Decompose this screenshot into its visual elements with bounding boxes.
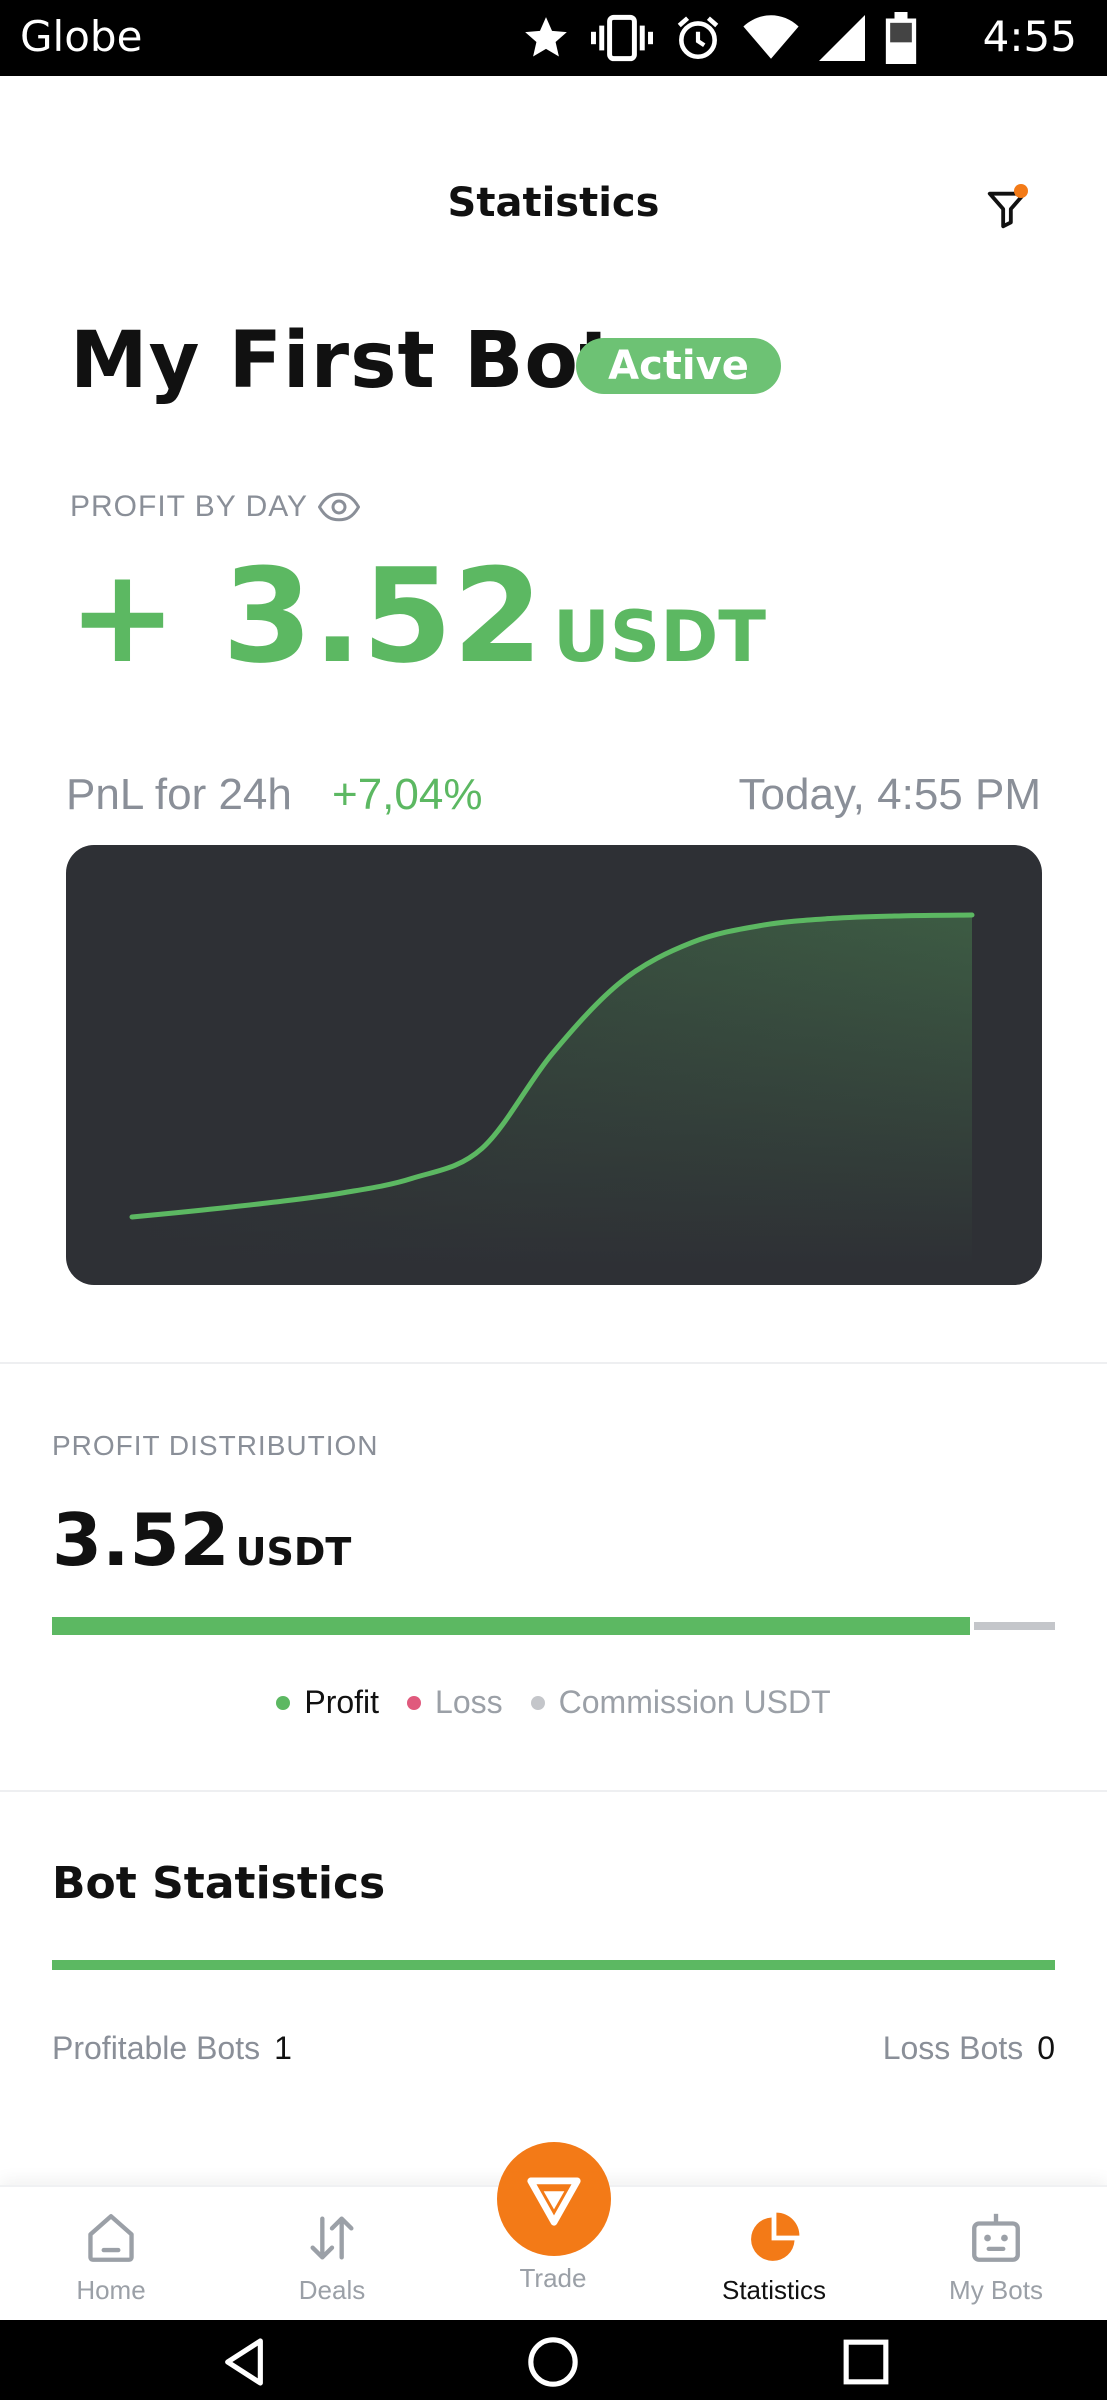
distribution-unit: USDT <box>235 1530 352 1574</box>
section-divider <box>0 1362 1107 1364</box>
clock: 4:55 <box>982 12 1077 61</box>
bot-statistics-title: Bot Statistics <box>52 1858 386 1909</box>
signal-icon <box>819 15 865 61</box>
commission-segment <box>974 1622 1055 1630</box>
bot-name: My First Bot <box>70 316 618 406</box>
battery-icon <box>885 12 917 64</box>
legend-dot <box>407 1695 422 1710</box>
profitable-bots: Profitable Bots 1 <box>52 2030 292 2067</box>
status-icons <box>521 12 917 64</box>
legend-item-loss: Loss <box>407 1684 503 1721</box>
status-badge: Active <box>576 338 781 394</box>
profit-unit: USDT <box>552 596 767 678</box>
nav-my-bots[interactable]: My Bots <box>896 2209 1096 2306</box>
legend-label: Commission USDT <box>558 1684 831 1720</box>
profit-distribution-value: 3.52 USDT <box>52 1498 351 1582</box>
profit-distribution-label: PROFIT DISTRIBUTION <box>52 1430 379 1461</box>
home-circle-icon[interactable] <box>525 2334 581 2390</box>
pnl-change: +7,04% <box>332 770 483 819</box>
profitable-bots-count: 1 <box>274 2030 292 2066</box>
legend-item-commission-usdt: Commission USDT <box>530 1684 831 1721</box>
distribution-legend: Profit Loss Commission USDT <box>0 1684 1107 1721</box>
filter-button[interactable] <box>980 180 1040 240</box>
page-title: Statistics <box>447 180 660 226</box>
profit-amount: + 3.52 <box>68 540 543 692</box>
pnl-chart-svg <box>129 912 975 1267</box>
loss-bots: Loss Bots 0 <box>883 2030 1055 2067</box>
deals-arrows-icon <box>310 2216 354 2260</box>
pnl-label: PnL for 24h <box>66 770 292 819</box>
profitable-bots-label: Profitable Bots <box>52 2030 261 2066</box>
profit-by-day-label: PROFIT BY DAY <box>70 490 361 524</box>
nav-deals[interactable]: Deals <box>232 2209 432 2306</box>
system-nav-bar <box>0 2320 1107 2400</box>
pie-chart-icon <box>751 2212 800 2261</box>
loss-bots-count: 0 <box>1037 2030 1055 2066</box>
trade-button[interactable] <box>497 2142 611 2256</box>
legend-label: Loss <box>435 1684 503 1720</box>
profit-segment <box>52 1617 970 1635</box>
eye-icon[interactable] <box>318 492 361 522</box>
recents-icon[interactable] <box>838 2334 894 2390</box>
nav-home[interactable]: Home <box>11 2209 211 2306</box>
legend-item-profit: Profit <box>276 1684 379 1721</box>
legend-dot <box>530 1695 545 1710</box>
nav-my-bots-label: My Bots <box>949 2275 1043 2305</box>
robot-icon <box>972 2213 1020 2262</box>
trade-logo-icon <box>527 2177 581 2226</box>
alarm-icon <box>677 16 719 60</box>
status-bar: Globe 4:55 <box>0 0 1107 76</box>
profit-distribution-bar <box>52 1617 1055 1635</box>
bot-statistics-bar <box>52 1960 1055 1970</box>
profit-by-day-text: PROFIT BY DAY <box>70 490 309 523</box>
nav-home-label: Home <box>76 2275 146 2305</box>
distribution-amount: 3.52 <box>52 1498 230 1582</box>
pnl-chart[interactable] <box>66 845 1042 1285</box>
nav-trade-label: Trade <box>519 2263 587 2293</box>
home-icon <box>88 2214 134 2262</box>
vibrate-icon <box>591 14 653 62</box>
carrier-label: Globe <box>20 12 143 61</box>
legend-dot <box>276 1695 291 1710</box>
back-icon[interactable] <box>216 2334 272 2390</box>
pnl-timestamp: Today, 4:55 PM <box>738 770 1041 819</box>
legend-label: Profit <box>304 1684 380 1720</box>
profit-by-day-value: + 3.52 USDT <box>68 540 766 692</box>
nav-statistics[interactable]: Statistics <box>674 2209 874 2306</box>
nav-statistics-label: Statistics <box>721 2275 827 2305</box>
section-divider <box>0 1790 1107 1792</box>
pnl-area-fade <box>132 915 972 1267</box>
star-icon <box>525 17 567 57</box>
loss-bots-label: Loss Bots <box>882 2030 1024 2066</box>
wifi-icon <box>743 15 799 59</box>
filter-badge <box>1014 184 1028 198</box>
nav-deals-label: Deals <box>298 2275 366 2305</box>
